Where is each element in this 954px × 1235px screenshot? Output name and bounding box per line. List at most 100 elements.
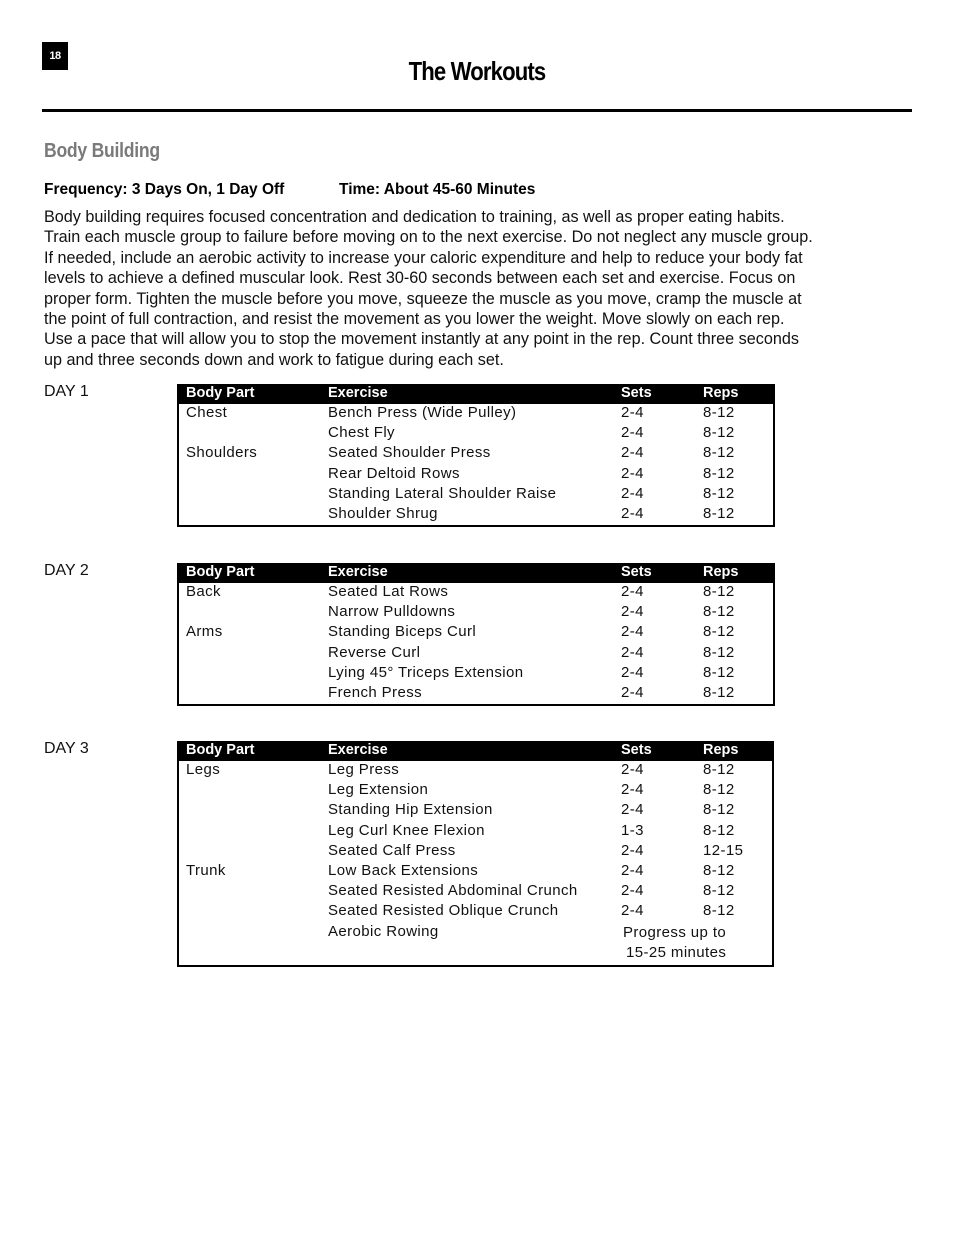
- intro-line: proper form. Tighten the muscle before y…: [44, 289, 802, 308]
- sets-cell: 2-4: [621, 504, 644, 522]
- reps-cell: 8-12: [703, 683, 735, 701]
- exercise-cell: Narrow Pulldowns: [328, 603, 456, 621]
- header-exercise: Exercise: [328, 564, 388, 580]
- table-header: Body Part Exercise Sets Reps: [179, 563, 773, 583]
- sets-cell: 2-4: [621, 643, 644, 661]
- intro-line: Train each muscle group to failure befor…: [44, 228, 813, 247]
- day-2-table: Body Part Exercise Sets Reps Back Seated…: [177, 563, 775, 707]
- reps-cell: 8-12: [703, 643, 735, 661]
- exercise-cell: Leg Curl Knee Flexion: [328, 821, 485, 839]
- reps-cell: 8-12: [703, 861, 735, 879]
- frequency-text: Frequency: 3 Days On, 1 Day Off: [44, 181, 285, 198]
- exercise-cell: Seated Resisted Abdominal Crunch: [328, 882, 578, 900]
- exercise-cell: Leg Extension: [328, 781, 429, 799]
- exercise-cell: Seated Lat Rows: [328, 583, 449, 600]
- table-row: Reverse Curl 2-4 8-12: [179, 644, 773, 664]
- reps-cell: 8-12: [703, 821, 735, 839]
- header-body-part: Body Part: [186, 742, 255, 758]
- table-row: Narrow Pulldowns 2-4 8-12: [179, 603, 773, 623]
- exercise-cell: Aerobic Rowing: [328, 922, 439, 940]
- reps-cell: 8-12: [703, 801, 735, 819]
- intro-paragraph: Body building requires focused concentra…: [44, 207, 914, 370]
- header-exercise: Exercise: [328, 385, 388, 401]
- sets-cell: 2-4: [621, 861, 644, 879]
- body-part-cell: Trunk: [186, 861, 226, 879]
- exercise-cell: Low Back Extensions: [328, 861, 479, 879]
- intro-line: If needed, include an aerobic activity t…: [44, 248, 803, 267]
- header-reps: Reps: [703, 385, 739, 401]
- header-body-part: Body Part: [186, 385, 255, 401]
- intro-line: up and three seconds down and work to fa…: [44, 350, 504, 369]
- body-part-cell: Chest: [186, 404, 228, 421]
- sets-cell: 2-4: [621, 683, 644, 701]
- exercise-cell: Seated Shoulder Press: [328, 444, 491, 462]
- table-row: Aerobic Rowing Progress up to 15-25 minu…: [179, 923, 772, 965]
- sets-cell: 2-4: [621, 882, 644, 900]
- reps-cell: 12-15: [703, 841, 744, 859]
- reps-cell: 8-12: [703, 444, 735, 462]
- table-row: Arms Standing Biceps Curl 2-4 8-12: [179, 623, 773, 643]
- table-row: Seated Resisted Abdominal Crunch 2-4 8-1…: [179, 882, 772, 902]
- reps-cell: 8-12: [703, 623, 735, 641]
- table-row: Standing Lateral Shoulder Raise 2-4 8-12: [179, 485, 773, 505]
- reps-cell: 8-12: [703, 882, 735, 900]
- exercise-cell: French Press: [328, 683, 422, 701]
- table-header: Body Part Exercise Sets Reps: [179, 741, 772, 761]
- intro-line: Body building requires focused concentra…: [44, 208, 785, 226]
- exercise-cell: Leg Press: [328, 761, 400, 778]
- sets-cell: 2-4: [621, 404, 644, 421]
- exercise-cell: Rear Deltoid Rows: [328, 464, 460, 482]
- sets-cell: 2-4: [621, 444, 644, 462]
- sets-cell: 2-4: [621, 781, 644, 799]
- reps-cell: 8-12: [703, 663, 735, 681]
- reps-cell: 8-12: [703, 603, 735, 621]
- sets-cell: 2-4: [621, 841, 644, 859]
- sets-cell: 2-4: [621, 464, 644, 482]
- exercise-cell: Lying 45° Triceps Extension: [328, 663, 524, 681]
- reps-cell: 8-12: [703, 583, 735, 600]
- table-row: French Press 2-4 8-12: [179, 684, 773, 704]
- table-row: Leg Curl Knee Flexion 1-3 8-12: [179, 822, 772, 842]
- sets-cell: 2-4: [621, 603, 644, 621]
- header-sets: Sets: [621, 742, 652, 758]
- time-text: Time: About 45-60 Minutes: [339, 181, 536, 198]
- sets-cell: 2-4: [621, 484, 644, 502]
- exercise-cell: Standing Biceps Curl: [328, 623, 477, 641]
- reps-cell: 8-12: [703, 504, 735, 522]
- reps-cell: 8-12: [703, 404, 735, 421]
- exercise-cell: Chest Fly: [328, 424, 395, 442]
- table-row: Shoulders Seated Shoulder Press 2-4 8-12: [179, 444, 773, 464]
- sets-cell: 2-4: [621, 761, 644, 778]
- intro-line: levels to achieve a defined muscular loo…: [44, 269, 796, 288]
- exercise-cell: Seated Calf Press: [328, 841, 456, 859]
- table-row: Seated Calf Press 2-4 12-15: [179, 842, 772, 862]
- progress-note-line2: 15-25 minutes: [626, 943, 727, 961]
- exercise-cell: Standing Hip Extension: [328, 801, 493, 819]
- table-header: Body Part Exercise Sets Reps: [179, 384, 773, 404]
- header-sets: Sets: [621, 564, 652, 580]
- body-part-cell: Back: [186, 583, 221, 600]
- header-reps: Reps: [703, 564, 739, 580]
- table-row: Shoulder Shrug 2-4 8-12: [179, 505, 773, 525]
- reps-cell: 8-12: [703, 424, 735, 442]
- exercise-cell: Shoulder Shrug: [328, 504, 438, 522]
- reps-cell: 8-12: [703, 761, 735, 778]
- table-row: Chest Fly 2-4 8-12: [179, 424, 773, 444]
- section-heading: Body Building: [44, 140, 160, 162]
- exercise-cell: Standing Lateral Shoulder Raise: [328, 484, 557, 502]
- reps-cell: 8-12: [703, 464, 735, 482]
- header-sets: Sets: [621, 385, 652, 401]
- sets-cell: 2-4: [621, 424, 644, 442]
- body-part-cell: Legs: [186, 761, 221, 778]
- sets-cell: 2-4: [621, 902, 644, 920]
- header-reps: Reps: [703, 742, 739, 758]
- reps-cell: 8-12: [703, 781, 735, 799]
- table-row: Standing Hip Extension 2-4 8-12: [179, 801, 772, 821]
- day-1-table: Body Part Exercise Sets Reps Chest Bench…: [177, 384, 775, 528]
- exercise-cell: Seated Resisted Oblique Crunch: [328, 902, 559, 920]
- page-title: The Workouts: [408, 56, 547, 86]
- table-row: Back Seated Lat Rows 2-4 8-12: [179, 583, 773, 603]
- table-row: Seated Resisted Oblique Crunch 2-4 8-12: [179, 902, 772, 922]
- sets-cell: 2-4: [621, 663, 644, 681]
- table-row: Legs Leg Press 2-4 8-12: [179, 761, 772, 781]
